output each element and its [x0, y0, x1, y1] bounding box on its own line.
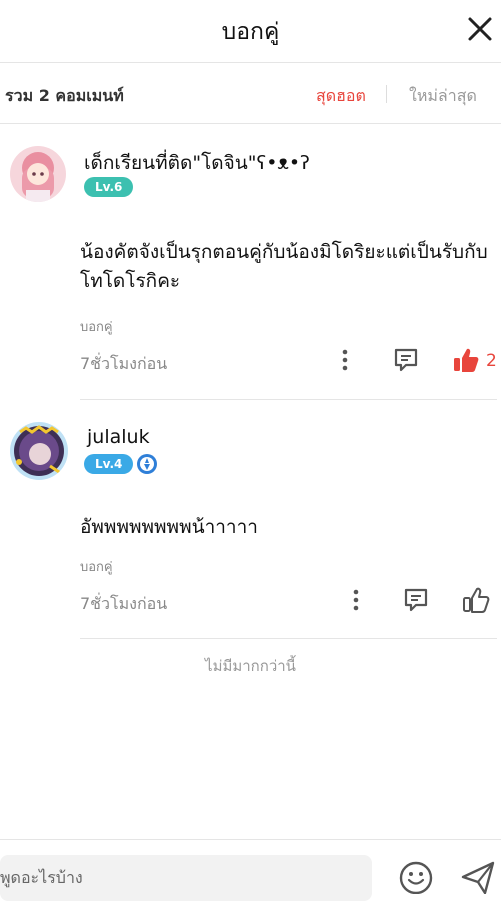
level-badge: Lv.6 — [84, 177, 134, 197]
username[interactable]: julaluk — [87, 426, 150, 448]
send-icon[interactable] — [460, 860, 496, 894]
like-filled-icon[interactable] — [452, 346, 480, 374]
like-icon[interactable] — [462, 586, 490, 614]
topic-tag[interactable]: บอกคู่ — [80, 556, 113, 577]
reply-icon[interactable] — [392, 346, 420, 374]
comment-input-box[interactable] — [0, 855, 372, 901]
topic-tag[interactable]: บอกคู่ — [80, 316, 113, 337]
avatar-image — [10, 146, 66, 202]
avatar[interactable] — [10, 146, 66, 202]
avatar-image — [10, 422, 68, 480]
timestamp: 7ชั่วโมงก่อน — [80, 354, 168, 373]
comment-divider — [80, 638, 497, 639]
sort-bar: รวม 2 คอมเมนท์ สุดฮอต ใหม่ล่าสุด — [0, 63, 501, 124]
avatar[interactable] — [10, 422, 68, 480]
sort-separator — [386, 85, 387, 103]
verified-badge-icon — [137, 454, 157, 474]
comment-input-bar — [0, 839, 501, 901]
comment-text: น้องคัตจังเป็นรุกตอนคู่กับน้องมิโดริยะแต… — [80, 241, 488, 292]
comment-count: รวม 2 คอมเมนท์ — [5, 86, 124, 105]
timestamp: 7ชั่วโมงก่อน — [80, 594, 168, 613]
close-icon[interactable] — [465, 14, 495, 44]
sort-newest-tab[interactable]: ใหม่ล่าสุด — [409, 84, 477, 109]
comment-input[interactable] — [0, 857, 360, 897]
header: บอกคู่ — [0, 0, 501, 63]
page-title: บอกคู่ — [221, 19, 280, 45]
level-badge: Lv.4 — [84, 454, 134, 474]
more-options-icon[interactable] — [346, 588, 366, 612]
end-of-list-text: ไม่มีมากกว่านี้ — [205, 657, 296, 675]
username[interactable]: เด็กเรียนที่ติด"โดจิน"ʕ•ᴥ•ʔ — [84, 148, 310, 178]
like-count: 2 — [486, 351, 497, 371]
reply-icon[interactable] — [402, 586, 430, 614]
emoji-icon[interactable] — [398, 860, 434, 894]
comment-text: อัพพพพพพพพน้าาาาา — [80, 516, 258, 538]
more-options-icon[interactable] — [335, 348, 355, 372]
comment-divider — [80, 399, 497, 400]
sort-hot-tab[interactable]: สุดฮอต — [316, 84, 366, 109]
